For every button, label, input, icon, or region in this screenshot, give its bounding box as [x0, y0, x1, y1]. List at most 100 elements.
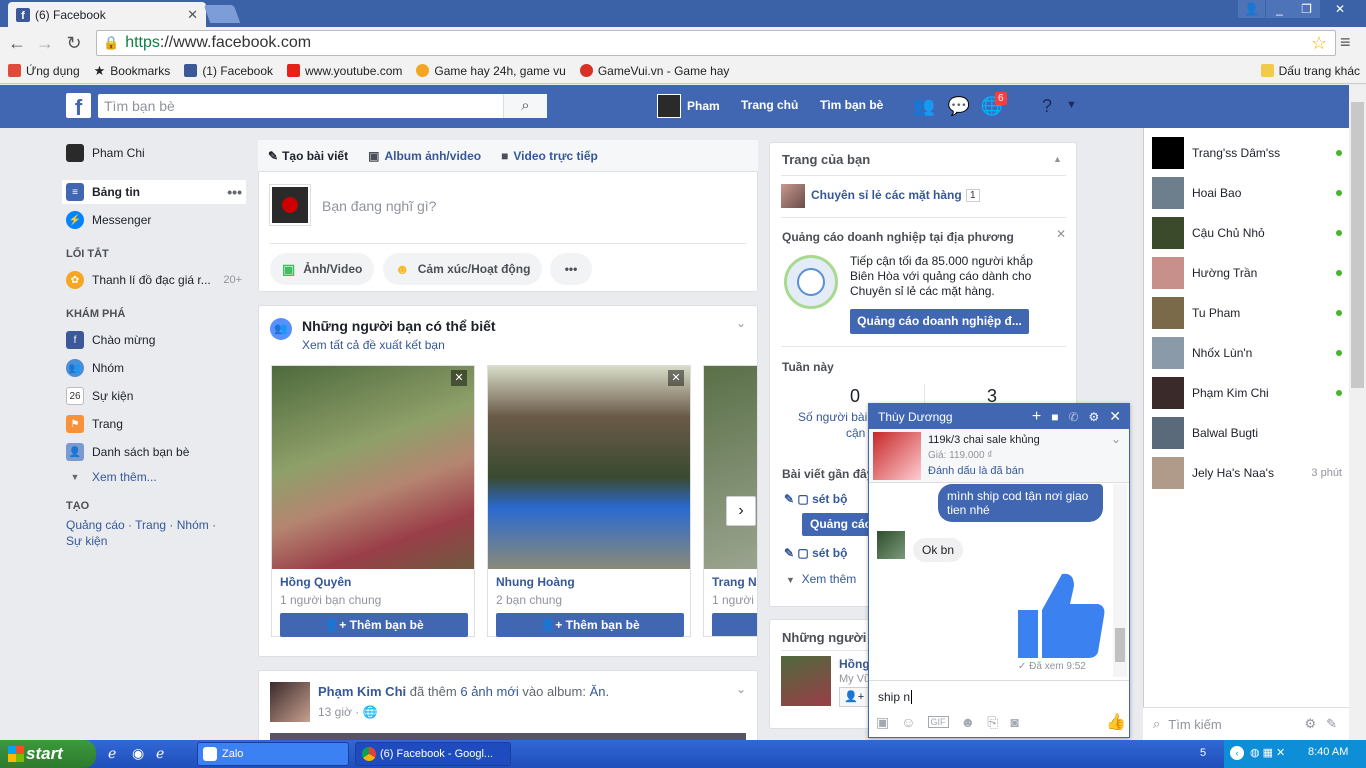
left-nav-see-more[interactable]: ▼ Xem thêm... [66, 470, 157, 484]
more-options-icon[interactable]: ••• [227, 184, 242, 200]
bookmark-facebook[interactable]: (1) Facebook [184, 64, 273, 78]
chevron-down-icon[interactable]: ⌄ [736, 682, 746, 696]
messenger-icon[interactable]: 💬 [947, 96, 971, 118]
friend-requests-icon[interactable]: 👥 [912, 96, 936, 118]
reload-icon[interactable]: ↻ [63, 32, 85, 54]
sticker-icon[interactable]: ☺ [901, 714, 915, 730]
bookmark-gamevui[interactable]: GameVui.vn - Game hay [579, 64, 729, 78]
left-nav-welcome[interactable]: f Chào mừng [66, 331, 155, 349]
left-nav-events[interactable]: 26 Sự kiện [66, 387, 133, 405]
chat-header[interactable]: Thùy Dươngg + ■ ✆ ⚙ ✕ [869, 404, 1129, 429]
stat-label[interactable]: Số người bài [798, 410, 867, 424]
tab-live-video[interactable]: ■ Video trực tiếp [491, 149, 608, 163]
chat-contact-name[interactable]: Thùy Dươngg [878, 410, 953, 424]
photo-icon[interactable]: ▣ [876, 714, 889, 731]
facebook-logo[interactable]: f [66, 93, 91, 118]
contact-item[interactable]: Jely Ha's Naa's 3 phút [1152, 456, 1342, 490]
close-icon[interactable]: ✕ [451, 370, 467, 386]
restore-icon[interactable]: ❐ [1293, 0, 1320, 18]
person-photo[interactable] [272, 366, 474, 569]
tab-create-post[interactable]: ✎ Tạo bài viết [258, 149, 358, 163]
new-tab-button[interactable] [203, 5, 241, 23]
account-menu-icon[interactable]: ▼ [1066, 99, 1077, 111]
close-tab-icon[interactable]: ✕ [187, 7, 198, 23]
contact-item[interactable]: Nhốx Lùn'n [1152, 336, 1342, 370]
like-icon[interactable]: 👍 [1106, 712, 1126, 732]
browser-tab-facebook[interactable]: f (6) Facebook ✕ [8, 2, 206, 27]
attachment-icon[interactable]: ⎘ [987, 714, 998, 731]
bookmark-youtube[interactable]: www.youtube.com [287, 64, 402, 78]
post-photos[interactable] [270, 733, 746, 740]
quicklaunch-ie-icon[interactable]: ℯ [108, 745, 116, 762]
see-more-link[interactable]: ▼ Xem thêm [786, 572, 856, 586]
chevron-right-icon[interactable]: › [726, 496, 756, 526]
person-photo[interactable] [781, 656, 831, 706]
left-nav-friend-lists[interactable]: 👤 Danh sách bạn bè [66, 443, 189, 461]
contact-item[interactable]: Phạm Kim Chi [1152, 376, 1342, 410]
close-icon[interactable]: ✕ [1109, 408, 1121, 425]
profile-link[interactable]: Pham [657, 94, 720, 118]
bookmark-bookmarks[interactable]: ★ Bookmarks [94, 63, 171, 79]
contact-item[interactable]: Hường Trần [1152, 256, 1342, 290]
add-friend-button[interactable]: 👤+ Thêm bạn bè [496, 613, 684, 637]
recent-post-link[interactable]: ✎ ▢ sét bộ [784, 492, 847, 506]
bookmark-apps[interactable]: Ứng dụng [8, 64, 80, 78]
camera-icon[interactable]: ◙ [1010, 714, 1018, 730]
phone-icon[interactable]: ✆ [1068, 410, 1078, 424]
tray-arrow-icon[interactable]: ‹ [1230, 746, 1244, 760]
bookmark-star-icon[interactable]: ☆ [1311, 33, 1327, 54]
gif-icon[interactable]: GIF [927, 716, 949, 728]
forward-icon[interactable]: → [34, 32, 56, 54]
promote-post-button[interactable]: Quảng cáo [802, 513, 872, 536]
tab-photo-album[interactable]: ▣ Album ảnh/video [358, 149, 491, 163]
chevron-down-icon[interactable]: ⌄ [736, 316, 746, 330]
contact-item[interactable]: Trang'ss Dâm'ss [1152, 136, 1342, 170]
more-button[interactable]: ••• [550, 253, 592, 285]
person-photo[interactable] [488, 366, 690, 569]
recent-post-link[interactable]: ✎ ▢ sét bộ [784, 546, 847, 560]
person-name[interactable]: Hồng [839, 657, 870, 671]
pymk-see-all[interactable]: Xem tất cả đề xuất kết bạn [302, 338, 445, 352]
chat-message-input[interactable]: ship n [878, 690, 913, 704]
collapse-icon[interactable]: ▲ [1053, 154, 1062, 164]
page-avatar[interactable] [781, 184, 805, 208]
help-icon[interactable]: ? [1035, 96, 1059, 118]
clock[interactable]: 8:40 AM [1308, 746, 1348, 758]
boost-business-button[interactable]: Quảng cáo doanh nghiệp đ... [850, 309, 1029, 334]
find-friends-link[interactable]: Tìm bạn bè [820, 98, 883, 112]
minimize-icon[interactable]: _ [1266, 0, 1293, 18]
left-nav-pages[interactable]: ⚑ Trang [66, 415, 123, 433]
page-name-link[interactable]: Chuyên sỉ lẻ các mặt hàng [811, 188, 962, 202]
chat-scroll-thumb[interactable] [1115, 628, 1125, 662]
menu-icon[interactable]: ≡ [1340, 32, 1351, 53]
gear-icon[interactable]: ⚙ [1089, 410, 1100, 424]
add-friend-button[interactable]: 👤+ Thêm bạn bè [280, 613, 468, 637]
quicklaunch-media-icon[interactable]: ◉ [132, 745, 144, 762]
left-nav-profile[interactable]: Pham Chi [66, 144, 145, 162]
create-event-link[interactable]: Sự kiện [66, 534, 107, 548]
shortcut-item[interactable]: ✿ Thanh lí đồ đạc giá r... 20+ [66, 271, 242, 289]
gear-icon[interactable]: ⚙ [1304, 716, 1316, 732]
address-bar[interactable]: 🔒 https://www.facebook.com ☆ [96, 30, 1336, 56]
left-nav-messenger[interactable]: ⚡ Messenger [66, 211, 151, 229]
taskbar-chrome[interactable]: (6) Facebook - Googl... [355, 742, 511, 766]
quicklaunch-browser-icon[interactable]: ℯ [156, 745, 164, 762]
sidebar-search[interactable]: ⌕ Tìm kiếm ⚙ ✎ [1143, 707, 1349, 740]
avatar[interactable] [270, 682, 310, 722]
chevron-down-icon[interactable]: ⌄ [1111, 432, 1121, 446]
mark-sold-link[interactable]: Đánh dấu là đã bán [928, 465, 1024, 477]
video-call-icon[interactable]: ■ [1051, 410, 1058, 424]
taskbar-zalo[interactable]: Zalo [197, 742, 349, 766]
photo-video-button[interactable]: ▣ Ảnh/Video [270, 253, 375, 285]
close-icon[interactable]: ✕ [1056, 227, 1066, 241]
contact-item[interactable]: Hoai Bao [1152, 176, 1342, 210]
close-window-icon[interactable]: ✕ [1320, 0, 1360, 18]
person-photo[interactable] [704, 366, 757, 569]
add-people-icon[interactable]: + [1032, 408, 1041, 426]
scrollbar-thumb[interactable] [1351, 102, 1364, 388]
user-icon[interactable]: 👤 [1238, 0, 1265, 18]
bookmark-other[interactable]: Dấu trang khác [1260, 64, 1360, 78]
left-nav-groups[interactable]: 👥 Nhóm [66, 359, 124, 377]
bookmark-gamehay[interactable]: Game hay 24h, game vu [416, 64, 566, 78]
close-icon[interactable]: ✕ [668, 370, 684, 386]
